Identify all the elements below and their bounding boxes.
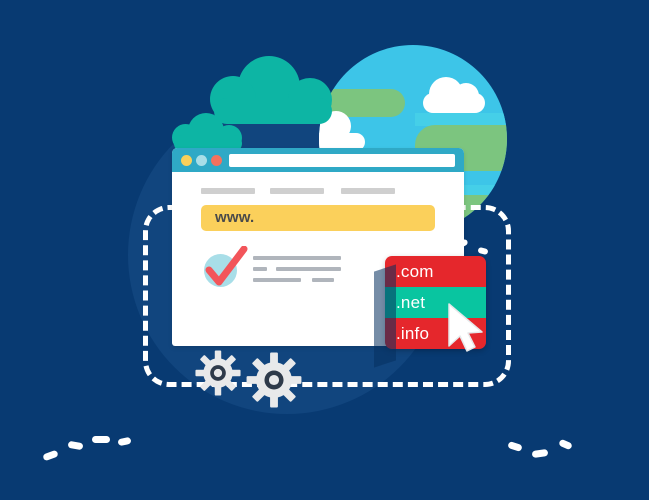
result-text-line	[312, 278, 334, 282]
result-text-line	[276, 267, 341, 271]
illustration-scene: www. .com .net .info	[0, 0, 649, 500]
domain-search-value: www.	[215, 209, 255, 226]
nav-placeholder-3[interactable]	[341, 188, 395, 194]
speckle	[42, 449, 59, 462]
window-dot-blue-icon[interactable]	[196, 155, 207, 166]
globe-cloud	[423, 93, 485, 113]
dropdown-item-com[interactable]: .com	[385, 256, 486, 287]
speckle	[92, 436, 110, 443]
nav-placeholder-1[interactable]	[201, 188, 255, 194]
speckle	[507, 441, 523, 452]
dropdown-shadow	[374, 264, 396, 368]
cloud-small-icon	[172, 113, 248, 152]
window-dot-red-icon[interactable]	[211, 155, 222, 166]
gear-small-icon	[195, 350, 241, 396]
speckle	[67, 440, 84, 451]
speckle	[531, 448, 549, 459]
window-dot-yellow-icon[interactable]	[181, 155, 192, 166]
result-text-line	[253, 267, 267, 271]
speckle	[117, 436, 132, 447]
gear-large-icon	[246, 352, 302, 408]
browser-titlebar	[172, 148, 464, 172]
check-icon	[205, 246, 248, 286]
domain-search-input[interactable]: www.	[201, 205, 435, 231]
nav-placeholder-2[interactable]	[270, 188, 324, 194]
url-input[interactable]	[229, 154, 455, 167]
result-text-line	[253, 278, 301, 282]
mouse-pointer-icon	[448, 303, 483, 352]
result-text-line	[253, 256, 341, 260]
speckle	[558, 438, 573, 451]
